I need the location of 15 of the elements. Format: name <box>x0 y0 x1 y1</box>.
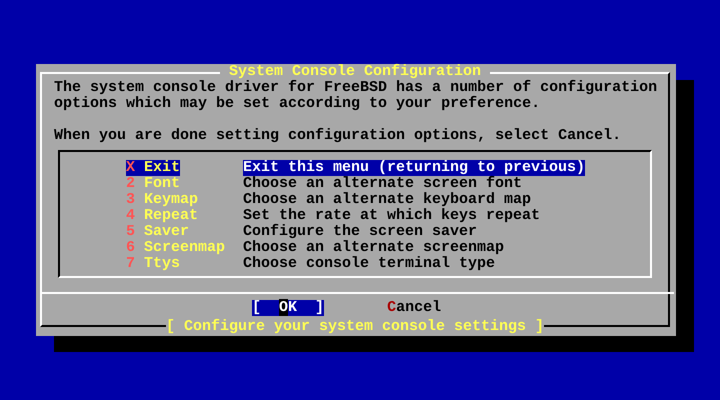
message-text: When you are done setting configuration options, select Cancel. <box>54 128 622 144</box>
message-text: options which may be set according to your preference. <box>54 96 542 112</box>
window-title: System Console Configuration <box>220 64 490 80</box>
status-hint: [ Configure your system console settings ] <box>166 319 544 335</box>
menu-item-description[interactable]: Set the rate at which keys repeat <box>243 208 540 224</box>
menu-item-description[interactable]: Choose console terminal type <box>243 256 496 272</box>
cancel-button[interactable]: Cancel <box>387 300 442 316</box>
menu-item[interactable]: X Exit <box>126 160 180 176</box>
menu-item-description[interactable]: Configure the screen saver <box>243 224 478 240</box>
menu-item-description[interactable]: Choose an alternate screenmap <box>243 240 504 256</box>
menu-item-description[interactable]: Choose an alternate screen font <box>243 176 522 192</box>
ok-button[interactable]: [ OK ] <box>252 300 324 316</box>
menu-item-description[interactable]: Exit this menu (returning to previous) <box>243 160 586 176</box>
message-text: The system console driver for FreeBSD has a number of configuration <box>54 80 658 96</box>
menu-item-description[interactable]: Choose an alternate keyboard map <box>243 192 532 208</box>
